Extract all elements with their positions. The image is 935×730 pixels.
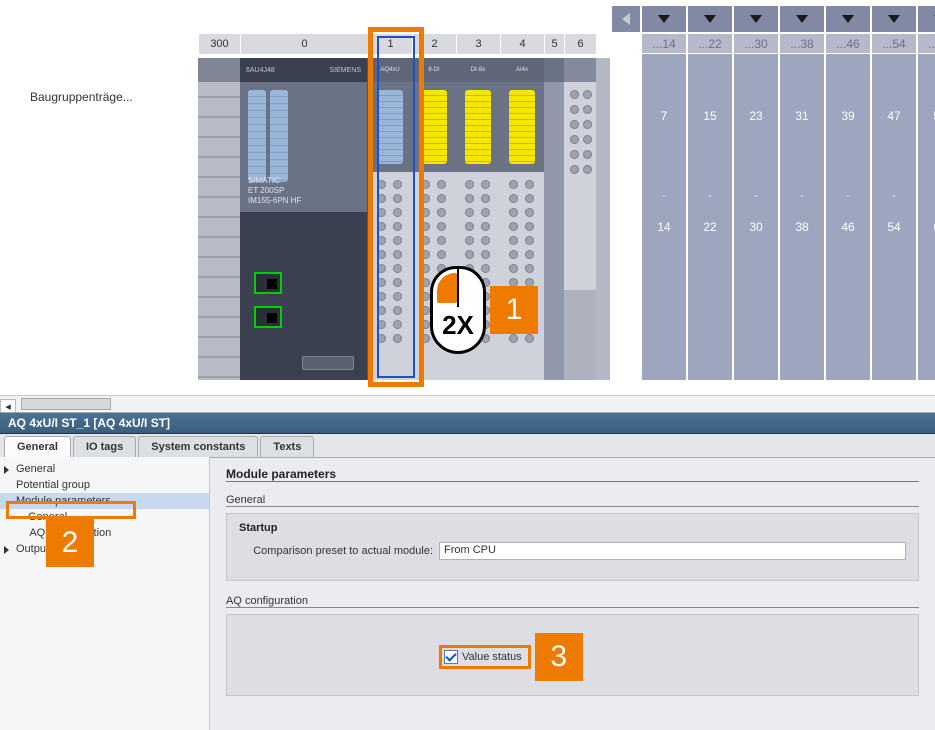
module-strip-icon xyxy=(509,90,535,164)
ext-columns: ...14 7 - 14 ...22 15 - 22 ...30 23 - 30… xyxy=(640,34,935,380)
ext-col[interactable]: ...22 15 - 22 xyxy=(686,34,732,380)
cpu-chip-icon xyxy=(302,356,354,370)
ext-col-expand[interactable] xyxy=(824,6,870,32)
module-strip-icon xyxy=(421,90,447,164)
ext-col-expand[interactable] xyxy=(640,6,686,32)
aq-config-group: Value status 3 xyxy=(226,614,919,696)
device-view: 300 0 1 2 3 4 5 6 ...14 7 - 14 ...22 15 … xyxy=(0,0,935,410)
content-area: Module parameters General Startup Compar… xyxy=(210,457,935,730)
comparison-value[interactable]: From CPU xyxy=(439,542,906,560)
module-strip-icon xyxy=(465,90,491,164)
ext-col-expand[interactable] xyxy=(686,6,732,32)
ext-col-mid: 7 xyxy=(642,54,686,178)
module-strip-icon xyxy=(377,90,403,164)
terminal-block xyxy=(368,172,412,380)
callout-2-highlight xyxy=(6,501,136,519)
ext-col-expand[interactable] xyxy=(916,6,935,32)
scroll-left-button[interactable] xyxy=(610,6,640,32)
ext-col-expand[interactable] xyxy=(870,6,916,32)
content-sub-general: General xyxy=(226,494,919,507)
cpu-led-strip xyxy=(248,90,266,182)
ext-col[interactable]: ...38 31 - 38 xyxy=(778,34,824,380)
ext-col[interactable]: ...65 55 - 65 xyxy=(916,34,935,380)
ext-col-dash: - xyxy=(642,178,686,212)
module-slot-6[interactable] xyxy=(564,58,596,380)
scrollbar-thumb[interactable] xyxy=(21,398,111,410)
value-status-label: Value status xyxy=(462,651,522,663)
caret-icon xyxy=(4,466,9,474)
tab-io-tags[interactable]: IO tags xyxy=(73,436,136,457)
ethernet-port-icon[interactable] xyxy=(254,272,282,294)
slot-head-3: 3 xyxy=(456,34,500,54)
slot-head-0: 0 xyxy=(240,34,368,54)
caret-icon xyxy=(4,546,9,554)
mouse-left-button-icon xyxy=(437,273,457,303)
tab-system-constants[interactable]: System constants xyxy=(138,436,258,457)
module-slot-1[interactable]: AQ4xU xyxy=(368,58,412,380)
callout-3: 3 xyxy=(535,633,583,681)
rail-300[interactable] xyxy=(198,58,240,380)
value-status-checkbox[interactable] xyxy=(444,650,458,664)
ext-col[interactable]: ...14 7 - 14 xyxy=(640,34,686,380)
mod-head: AQ4xU xyxy=(368,58,412,82)
tab-bar: General IO tags System constants Texts xyxy=(0,434,935,458)
rack: 6AU4J48 SIEMENS SIMATIC ET 200SP IM155-6… xyxy=(198,58,610,380)
ext-col[interactable]: ...30 23 - 30 xyxy=(732,34,778,380)
cpu-left-label: 6AU4J48 xyxy=(246,67,275,74)
ethernet-port-icon[interactable] xyxy=(254,306,282,328)
ext-col-expand[interactable] xyxy=(732,6,778,32)
ext-col[interactable]: ...46 39 - 46 xyxy=(824,34,870,380)
slot-head-2: 2 xyxy=(412,34,456,54)
tab-general[interactable]: General xyxy=(4,436,71,457)
startup-heading: Startup xyxy=(239,522,906,534)
slot-head-4: 4 xyxy=(500,34,544,54)
cpu-lower xyxy=(240,212,367,380)
ext-col-expand[interactable] xyxy=(778,6,824,32)
slot-head-5: 5 xyxy=(544,34,564,54)
slot-head-1: 1 xyxy=(368,34,412,54)
startup-group: Startup Comparison preset to actual modu… xyxy=(226,513,919,581)
callout-2: 2 xyxy=(46,519,94,567)
callout-3-highlight: Value status xyxy=(439,645,531,669)
content-heading: Module parameters xyxy=(226,467,919,482)
nav-tree: General Potential group Module parameter… xyxy=(0,457,210,730)
panel-title: AQ 4xU/I ST_1 [AQ 4xU/I ST] xyxy=(0,413,935,434)
callout-1: 1 xyxy=(490,286,538,334)
ext-col-low: 14 xyxy=(642,212,686,242)
module-slot-5[interactable] xyxy=(544,58,564,380)
mouse-text: 2X xyxy=(433,310,483,341)
tab-texts[interactable]: Texts xyxy=(260,436,314,457)
nav-mp-aq-config[interactable]: AAQ configuration xyxy=(0,525,209,541)
cpu-module[interactable]: 6AU4J48 SIEMENS SIMATIC ET 200SP IM155-6… xyxy=(240,58,368,380)
cpu-led-strip xyxy=(270,90,288,182)
rack-label: Baugruppenträge... xyxy=(30,90,133,104)
comparison-label: Comparison preset to actual module: xyxy=(239,545,439,557)
properties-panel: AQ 4xU/I ST_1 [AQ 4xU/I ST] General IO t… xyxy=(0,412,935,730)
horizontal-scrollbar[interactable]: ◂ xyxy=(0,395,935,411)
aq-config-heading: AQ configuration xyxy=(226,595,919,608)
cpu-product-text: SIMATIC ET 200SP IM155-6PN HF xyxy=(248,176,301,206)
cpu-brand: SIEMENS xyxy=(329,67,361,74)
nav-output[interactable]: Output 0 - 3 xyxy=(0,541,209,557)
nav-potential-group[interactable]: Potential group xyxy=(0,477,209,493)
ext-header xyxy=(610,6,935,32)
ext-col[interactable]: ...54 47 - 54 xyxy=(870,34,916,380)
mouse-icon: 2X xyxy=(430,266,486,354)
ext-col-hdr: ...14 xyxy=(642,34,686,54)
slot-head-300: 300 xyxy=(198,34,240,54)
nav-general[interactable]: General xyxy=(0,461,209,477)
double-click-indicator: 2X 1 xyxy=(430,266,538,354)
slot-head-6: 6 xyxy=(564,34,596,54)
